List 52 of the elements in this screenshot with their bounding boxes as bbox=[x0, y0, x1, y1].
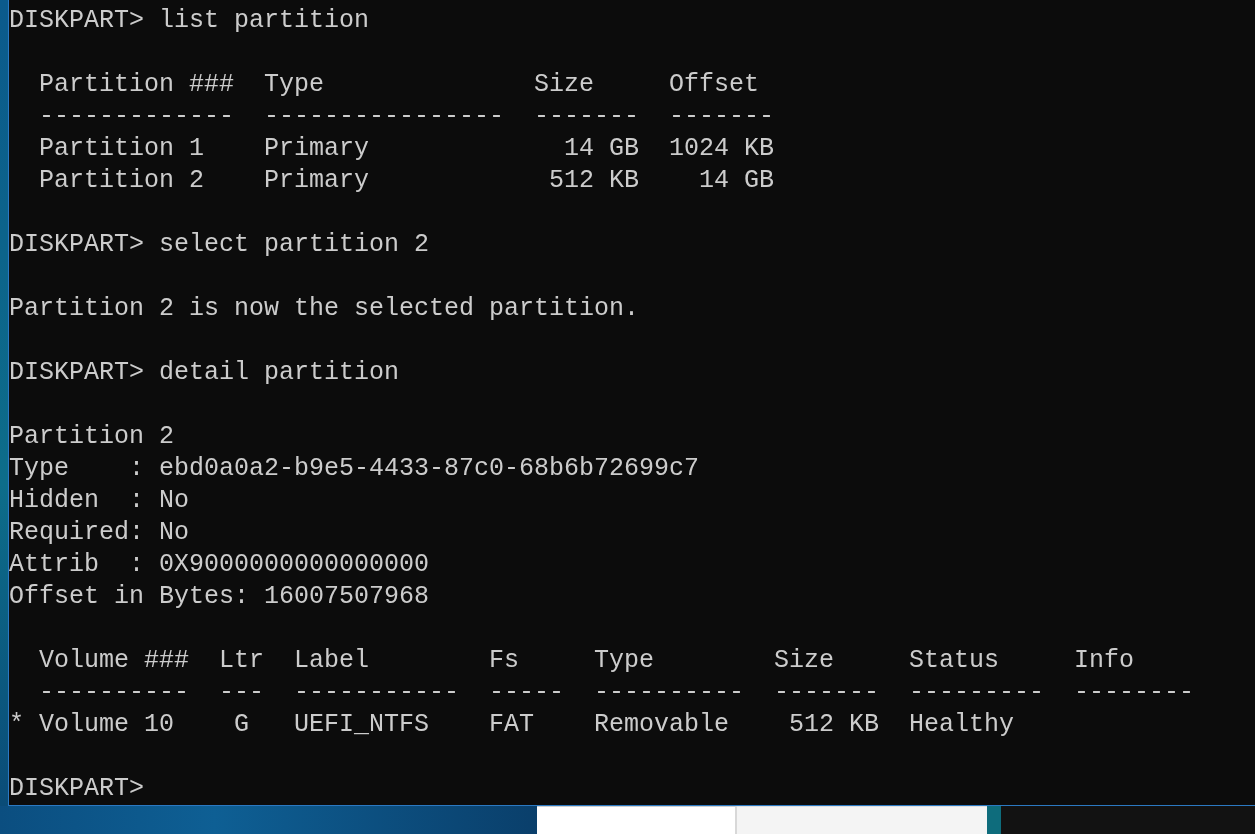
command-line: DISKPART> detail partition bbox=[9, 357, 400, 389]
header-rule: ------- bbox=[669, 102, 775, 131]
column-header: Type bbox=[264, 70, 325, 99]
table-cell: FAT bbox=[489, 710, 535, 739]
column-header: Type bbox=[594, 646, 655, 675]
table-cell: Volume 10 bbox=[39, 710, 175, 739]
table-cell: 14 GB bbox=[564, 134, 640, 163]
table-cell: Primary bbox=[264, 166, 370, 195]
column-header: Info bbox=[1074, 646, 1135, 675]
output-line: Type : ebd0a0a2-b9e5-4433-87c0-68b6b72699c7 bbox=[9, 453, 700, 485]
table-cell: Partition 2 bbox=[39, 166, 205, 195]
column-header: Fs bbox=[489, 646, 520, 675]
column-header: Size bbox=[534, 70, 595, 99]
command-line: DISKPART> bbox=[9, 773, 145, 805]
selection-marker: * bbox=[9, 710, 24, 739]
column-header: Ltr bbox=[219, 646, 265, 675]
table-cell: 14 GB bbox=[699, 166, 775, 195]
column-header: Offset bbox=[669, 70, 760, 99]
output-line: Partition 2 is now the selected partition. bbox=[9, 293, 640, 325]
column-header: Status bbox=[909, 646, 1000, 675]
table-cell: UEFI_NTFS bbox=[294, 710, 430, 739]
header-rule: --- bbox=[219, 678, 265, 707]
table-cell: G bbox=[234, 710, 249, 739]
column-header: Partition ### bbox=[39, 70, 235, 99]
column-header: Volume ### bbox=[39, 646, 190, 675]
header-rule: ------------- bbox=[39, 102, 235, 131]
output-line: Offset in Bytes: 16007507968 bbox=[9, 581, 430, 613]
table-cell: Partition 1 bbox=[39, 134, 205, 163]
table-cell: Healthy bbox=[909, 710, 1015, 739]
command-line: DISKPART> select partition 2 bbox=[9, 229, 430, 261]
column-header: Size bbox=[774, 646, 835, 675]
table-cell: 512 KB bbox=[789, 710, 880, 739]
header-rule: ---------- bbox=[594, 678, 745, 707]
output-line: Attrib : 0X9000000000000000 bbox=[9, 549, 430, 581]
header-rule: ---------------- bbox=[264, 102, 505, 131]
table-cell: 512 KB bbox=[549, 166, 640, 195]
header-rule: ----------- bbox=[294, 678, 460, 707]
table-cell: 1024 KB bbox=[669, 134, 775, 163]
header-rule: ------- bbox=[774, 678, 880, 707]
window-edge bbox=[987, 806, 1001, 834]
header-rule: -------- bbox=[1074, 678, 1195, 707]
command-line: DISKPART> list partition bbox=[9, 5, 370, 37]
header-rule: ---------- bbox=[39, 678, 190, 707]
table-cell: Removable bbox=[594, 710, 730, 739]
header-rule: --------- bbox=[909, 678, 1045, 707]
table-cell: Primary bbox=[264, 134, 370, 163]
output-line: Hidden : No bbox=[9, 485, 190, 517]
column-header: Label bbox=[294, 646, 370, 675]
header-rule: ------- bbox=[534, 102, 640, 131]
header-rule: ----- bbox=[489, 678, 565, 707]
output-line: Partition 2 bbox=[9, 421, 175, 453]
output-line: Required: No bbox=[9, 517, 190, 549]
